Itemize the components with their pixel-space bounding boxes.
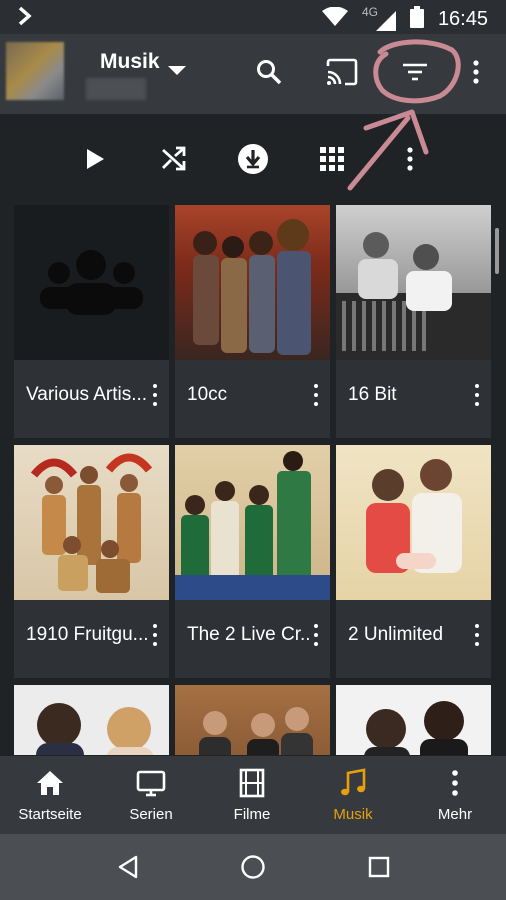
nav-item-mehr[interactable]: Mehr	[405, 756, 505, 834]
tv-icon	[135, 768, 167, 798]
artist-thumbnail	[336, 445, 491, 600]
artist-name: 1910 Fruitgu...	[26, 624, 148, 645]
film-icon	[236, 768, 268, 798]
artist-tile[interactable]: 2 Unlimited	[336, 445, 491, 678]
more-vertical-icon	[407, 146, 413, 176]
system-navigation	[0, 834, 506, 900]
library-actions-more-button[interactable]	[393, 144, 427, 178]
clock: 16:45	[437, 8, 488, 30]
nav-label: Filme	[233, 806, 271, 823]
artist-tile[interactable]	[14, 685, 169, 755]
cell-signal-icon: 4G	[362, 5, 396, 31]
nav-label: Musik	[333, 806, 373, 823]
nav-item-startseite[interactable]: Startseite	[0, 756, 100, 834]
group-icon	[40, 250, 143, 315]
cast-button[interactable]	[324, 56, 360, 92]
home-circle-icon[interactable]	[238, 852, 268, 882]
library-title[interactable]: Musik	[100, 50, 160, 74]
filter-button[interactable]	[397, 56, 433, 92]
more-vertical-icon	[473, 59, 479, 89]
wifi-icon	[321, 6, 348, 32]
artist-thumbnail	[336, 205, 491, 360]
nav-item-serien[interactable]: Serien	[101, 756, 201, 834]
artist-tile[interactable]: 1910 Fruitgu...	[14, 445, 169, 678]
recents-icon[interactable]	[364, 852, 394, 882]
artist-tile[interactable]: 16 Bit	[336, 205, 491, 438]
nav-item-filme[interactable]: Filme	[202, 756, 302, 834]
download-button[interactable]	[236, 143, 270, 180]
artist-thumbnail	[175, 685, 330, 755]
shuffle-icon	[161, 146, 187, 177]
artist-more-icon[interactable]	[312, 624, 320, 646]
artist-more-icon[interactable]	[151, 624, 159, 646]
filter-icon	[401, 62, 429, 87]
artist-name: 16 Bit	[348, 384, 397, 405]
search-icon	[256, 59, 282, 90]
nav-item-musik[interactable]: Musik	[303, 756, 403, 834]
artist-placeholder	[14, 205, 169, 360]
server-name-blurred	[86, 78, 146, 100]
avatar[interactable]	[6, 42, 64, 100]
library-actions	[0, 114, 506, 204]
battery-icon	[409, 6, 424, 33]
scrollbar[interactable]	[495, 228, 499, 274]
status-bar: 4G 16:45	[0, 0, 506, 34]
download-icon	[237, 143, 269, 180]
artist-name: 10cc	[187, 384, 228, 405]
back-icon[interactable]	[113, 852, 143, 882]
home-icon	[34, 768, 66, 798]
search-button[interactable]	[251, 56, 287, 92]
artist-thumbnail	[14, 445, 169, 600]
artist-more-icon[interactable]	[151, 384, 159, 406]
cast-icon	[325, 58, 359, 91]
app-toolbar: Musik	[0, 34, 506, 114]
artist-name: Various Artis...	[26, 384, 148, 405]
shuffle-button[interactable]	[157, 144, 191, 178]
more-vertical-icon	[439, 768, 471, 798]
bottom-navigation: Startseite Serien Filme Musik Mehr	[0, 756, 506, 834]
artist-grid: Various Artis... 10cc 16 Bit 1910 Fruitg…	[14, 205, 494, 755]
artist-thumbnail	[175, 445, 330, 600]
nav-label: Mehr	[437, 806, 473, 823]
artist-more-icon[interactable]	[312, 384, 320, 406]
artist-name: 2 Unlimited	[348, 624, 444, 645]
play-button[interactable]	[78, 144, 112, 178]
music-note-icon	[337, 768, 369, 798]
artist-more-icon[interactable]	[473, 624, 481, 646]
chevron-down-icon[interactable]	[168, 66, 186, 75]
artist-name: The 2 Live Cr...	[187, 624, 309, 645]
nav-label: Serien	[129, 806, 173, 823]
artist-more-icon[interactable]	[473, 384, 481, 406]
grid-view-button[interactable]	[315, 144, 349, 178]
artist-thumbnail	[14, 685, 169, 755]
chevron-right-icon	[18, 6, 32, 32]
artist-tile[interactable]	[336, 685, 491, 755]
artist-tile[interactable]: 10cc	[175, 205, 330, 438]
play-icon	[85, 148, 105, 175]
artist-tile[interactable]	[175, 685, 330, 755]
overflow-menu-button[interactable]	[458, 56, 494, 92]
grid-view-icon	[320, 146, 344, 176]
artist-thumbnail	[336, 685, 491, 755]
artist-tile[interactable]: Various Artis...	[14, 205, 169, 438]
artist-tile[interactable]: The 2 Live Cr...	[175, 445, 330, 678]
nav-label: Startseite	[18, 806, 82, 823]
artist-thumbnail	[175, 205, 330, 360]
